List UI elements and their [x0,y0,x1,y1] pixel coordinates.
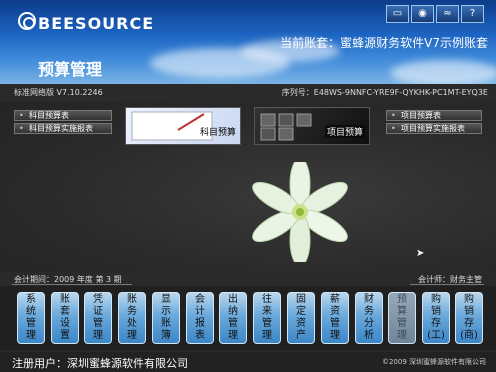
mouse-cursor-icon: ➤ [416,248,425,259]
salary-management-button[interactable]: 薪资管理 [321,292,349,344]
inventory-industrial-button[interactable]: 购销存(工) [422,292,450,344]
current-account: 当前账套：蜜蜂源财务软件V7示例账套 [280,36,488,50]
accounting-report-button[interactable]: 会计报表 [186,292,214,344]
subject-budget-card[interactable]: 科目预算 [125,107,241,145]
version-label: 标准网络版 V7.10.2246 [14,88,103,97]
divider [12,284,132,285]
project-budget-report-button[interactable]: 项目预算实施报表 [386,123,482,134]
receivables-management-button[interactable]: 往来管理 [253,292,281,344]
main-panel: 科目预算表 科目预算实施报表 项目预算表 项目预算实施报表 ➤ [0,102,496,272]
page-title: 预算管理 [38,60,103,79]
header-banner: BEESOURCE ▭ ◉ ≈ ? 当前账套：蜜蜂源财务软件V7示例账套 预算管… [0,0,496,84]
subject-budget-button[interactable]: 科目预算表 [14,110,112,121]
top-icon-bar: ▭ ◉ ≈ ? [386,5,484,23]
show-ledger-button[interactable]: 显示账簿 [152,292,180,344]
registered-user: 注册用户：深圳蜜蜂源软件有限公司 [12,357,188,370]
voucher-management-button[interactable]: 凭证管理 [84,292,112,344]
cloud-decoration [390,60,496,84]
system-management-button[interactable]: 系统管理 [17,292,45,344]
eye-icon[interactable]: ◉ [411,5,434,23]
divider [410,284,484,285]
subject-budget-card-label: 科目预算 [199,128,236,138]
flower-decoration [240,157,360,267]
copyright-text: ©2009 深圳蜜蜂源软件有限公司 [381,358,486,366]
account-set-button[interactable]: 账套设置 [51,292,79,344]
fixed-assets-button[interactable]: 固定资产 [287,292,315,344]
cashier-management-button[interactable]: 出纳管理 [219,292,247,344]
beesource-logo-icon [18,12,36,30]
budget-management-button[interactable]: 预算管理 [388,292,416,344]
project-budget-button[interactable]: 项目预算表 [386,110,482,121]
inventory-commercial-button[interactable]: 购销存(商) [455,292,483,344]
subject-budget-report-button[interactable]: 科目预算实施报表 [14,123,112,134]
project-budget-card-label: 项目预算 [324,125,365,138]
financial-analysis-button[interactable]: 财务分析 [355,292,383,344]
project-budget-card[interactable]: 项目预算 [254,107,370,145]
help-icon[interactable]: ? [461,5,484,23]
serial-number: 序列号：E48WS-9NNFC-YRE9F-QYKHK-PC1MT-EYQ3E [281,88,488,97]
info-strip: 标准网络版 V7.10.2246 序列号：E48WS-9NNFC-YRE9F-Q… [0,84,496,102]
brand-logo: BEESOURCE [38,14,155,33]
account-processing-button[interactable]: 账务处理 [118,292,146,344]
wave-icon[interactable]: ≈ [436,5,459,23]
window-icon[interactable]: ▭ [386,5,409,23]
module-toolbar: 系统管理 账套设置 凭证管理 账务处理 显示账簿 会计报表 出纳管理 往来管理 … [0,286,496,350]
footer-bar: 注册用户：深圳蜜蜂源软件有限公司 ©2009 深圳蜜蜂源软件有限公司 [0,352,496,372]
